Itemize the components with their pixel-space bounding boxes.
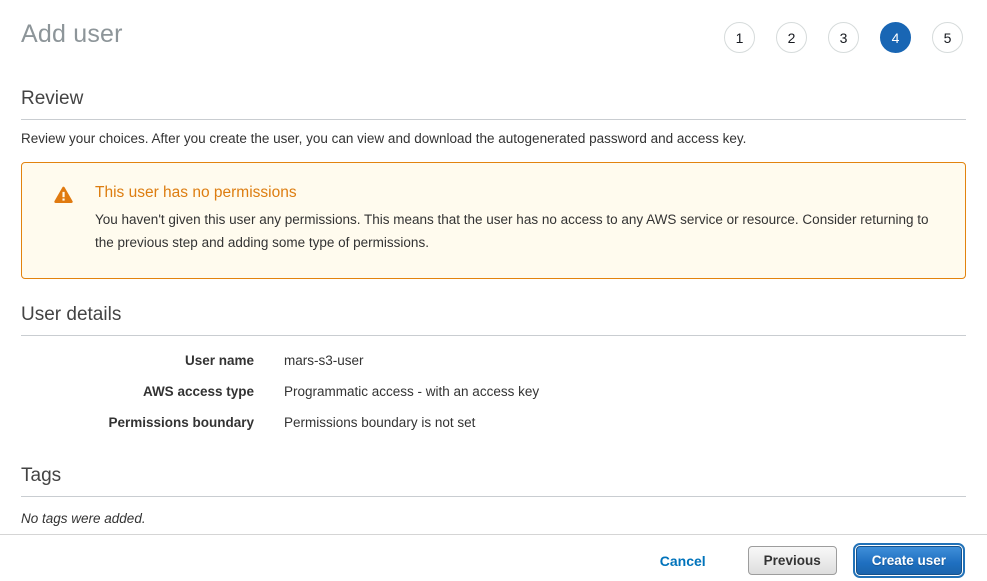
user-details-heading: User details (21, 304, 966, 336)
no-permissions-warning: This user has no permissions You haven't… (21, 162, 966, 279)
table-row: AWS access type Programmatic access - wi… (21, 376, 966, 407)
access-type-label: AWS access type (21, 384, 254, 399)
review-heading: Review (21, 88, 966, 120)
user-details-rows: User name mars-s3-user AWS access type P… (21, 345, 966, 438)
warning-title: This user has no permissions (95, 184, 935, 202)
add-user-wizard: Add user 1 2 3 4 5 Review Review your ch… (0, 0, 987, 581)
table-row: Permissions boundary Permissions boundar… (21, 407, 966, 438)
tags-empty-message: No tags were added. (21, 511, 966, 526)
create-user-button[interactable]: Create user (856, 546, 962, 575)
permissions-boundary-label: Permissions boundary (21, 415, 254, 430)
user-name-value: mars-s3-user (284, 353, 966, 368)
user-details-section: User details User name mars-s3-user AWS … (21, 304, 966, 438)
step-2[interactable]: 2 (776, 22, 807, 53)
cancel-button[interactable]: Cancel (660, 553, 706, 569)
warning-triangle-icon (54, 184, 73, 254)
wizard-footer: Cancel Previous Create user (0, 534, 987, 575)
tags-heading: Tags (21, 465, 966, 497)
tags-section: Tags No tags were added. (21, 465, 966, 526)
warning-content: This user has no permissions You haven't… (95, 184, 935, 254)
step-indicator: 1 2 3 4 5 (724, 20, 963, 53)
user-name-label: User name (21, 353, 254, 368)
warning-body: You haven't given this user any permissi… (95, 209, 935, 254)
page-title: Add user (21, 20, 123, 49)
step-3[interactable]: 3 (828, 22, 859, 53)
access-type-value: Programmatic access - with an access key (284, 384, 966, 399)
previous-button[interactable]: Previous (748, 546, 837, 575)
step-1[interactable]: 1 (724, 22, 755, 53)
step-5[interactable]: 5 (932, 22, 963, 53)
permissions-boundary-value: Permissions boundary is not set (284, 415, 966, 430)
step-4-active[interactable]: 4 (880, 22, 911, 53)
review-description: Review your choices. After you create th… (21, 131, 966, 146)
table-row: User name mars-s3-user (21, 345, 966, 376)
wizard-header: Add user 1 2 3 4 5 (0, 0, 987, 55)
review-section: Review Review your choices. After you cr… (21, 88, 966, 146)
